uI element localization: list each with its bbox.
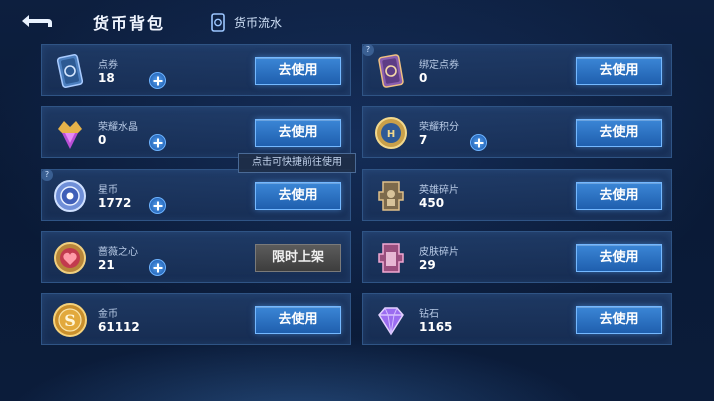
currency-count: 1165 (419, 320, 453, 334)
use-gold-coin-button[interactable]: 去使用 (255, 306, 341, 334)
use-diamond-button[interactable]: 去使用 (576, 306, 662, 334)
tooltip: 点击可快捷前往使用 (238, 153, 356, 173)
svg-text:S: S (64, 311, 76, 330)
currency-card-gold-coin: S 金币 61112 去使用 (41, 293, 351, 345)
currency-name: 钻石 (419, 309, 439, 320)
glory-points-medal-icon: H (375, 117, 407, 149)
currency-count: 1772 (98, 196, 132, 210)
use-glory-crystal-button[interactable]: 去使用 (255, 119, 341, 147)
currency-name: 皮肤碎片 (419, 247, 459, 258)
currency-count: 0 (419, 71, 428, 85)
currency-name: 金币 (98, 309, 118, 320)
currency-count: 21 (98, 258, 115, 272)
diamond-icon (378, 307, 404, 336)
currency-card-glory-crystal: 荣耀水晶 0 去使用 (41, 106, 351, 158)
glory-crystal-icon (58, 121, 82, 149)
currency-name: 蔷薇之心 (98, 247, 138, 258)
add-rose-heart-button[interactable] (149, 259, 166, 276)
use-glory-points-button[interactable]: 去使用 (576, 119, 662, 147)
currency-card-rose-heart: 蔷薇之心 21 限时上架 (41, 231, 351, 283)
currency-name: 绑定点券 (419, 60, 459, 71)
add-coupon-button[interactable] (149, 72, 166, 89)
currency-count: 0 (98, 133, 107, 147)
use-bound-coupon-button[interactable]: 去使用 (576, 57, 662, 85)
use-coupon-button[interactable]: 去使用 (255, 57, 341, 85)
currency-count: 29 (419, 258, 436, 272)
currency-name: 荣耀积分 (419, 122, 459, 133)
use-skin-fragment-button[interactable]: 去使用 (576, 244, 662, 272)
coupon-card-icon (56, 54, 84, 88)
bound-coupon-card-icon (378, 54, 404, 88)
star-coin-icon (54, 180, 86, 212)
currency-count: 450 (419, 196, 445, 210)
add-star-coin-button[interactable] (149, 197, 166, 214)
currency-card-diamond: 钻石 1165 去使用 (362, 293, 672, 345)
currency-count: 18 (98, 71, 115, 85)
hero-fragment-icon (378, 181, 404, 211)
skin-fragment-icon (378, 243, 404, 273)
currency-name: 荣耀水晶 (98, 122, 138, 133)
currency-name: 点券 (98, 60, 118, 71)
currency-name: 星币 (98, 185, 118, 196)
currency-card-glory-points: H 荣耀积分 7 去使用 (362, 106, 672, 158)
top-bar: 货币背包 货币流水 (0, 0, 714, 38)
currency-flow-label: 货币流水 (234, 15, 283, 30)
currency-card-hero-fragment: 英雄碎片 450 去使用 (362, 169, 672, 221)
currency-card-skin-fragment: 皮肤碎片 29 去使用 (362, 231, 672, 283)
rose-heart-icon (54, 242, 86, 274)
currency-count: 7 (419, 133, 428, 147)
use-star-coin-button[interactable]: 去使用 (255, 182, 341, 210)
limited-release-button: 限时上架 (255, 244, 341, 272)
currency-card-star-coin: ? 星币 1772 去使用 (41, 169, 351, 221)
add-glory-points-button[interactable] (470, 134, 487, 151)
use-hero-fragment-button[interactable]: 去使用 (576, 182, 662, 210)
gold-coin-icon: S (53, 303, 87, 337)
add-glory-crystal-button[interactable] (149, 134, 166, 151)
currency-flow-icon (211, 12, 225, 32)
currency-card-bound-coupon: ? 绑定点券 0 去使用 (362, 44, 672, 96)
currency-name: 英雄碎片 (419, 185, 459, 196)
currency-count: 61112 (98, 320, 140, 334)
currency-card-coupon: 点券 18 去使用 (41, 44, 351, 96)
page-title: 货币背包 (93, 14, 166, 33)
back-arrow-icon[interactable] (16, 12, 54, 30)
svg-text:H: H (387, 129, 395, 140)
currency-flow-tab[interactable]: 货币流水 (210, 12, 282, 32)
